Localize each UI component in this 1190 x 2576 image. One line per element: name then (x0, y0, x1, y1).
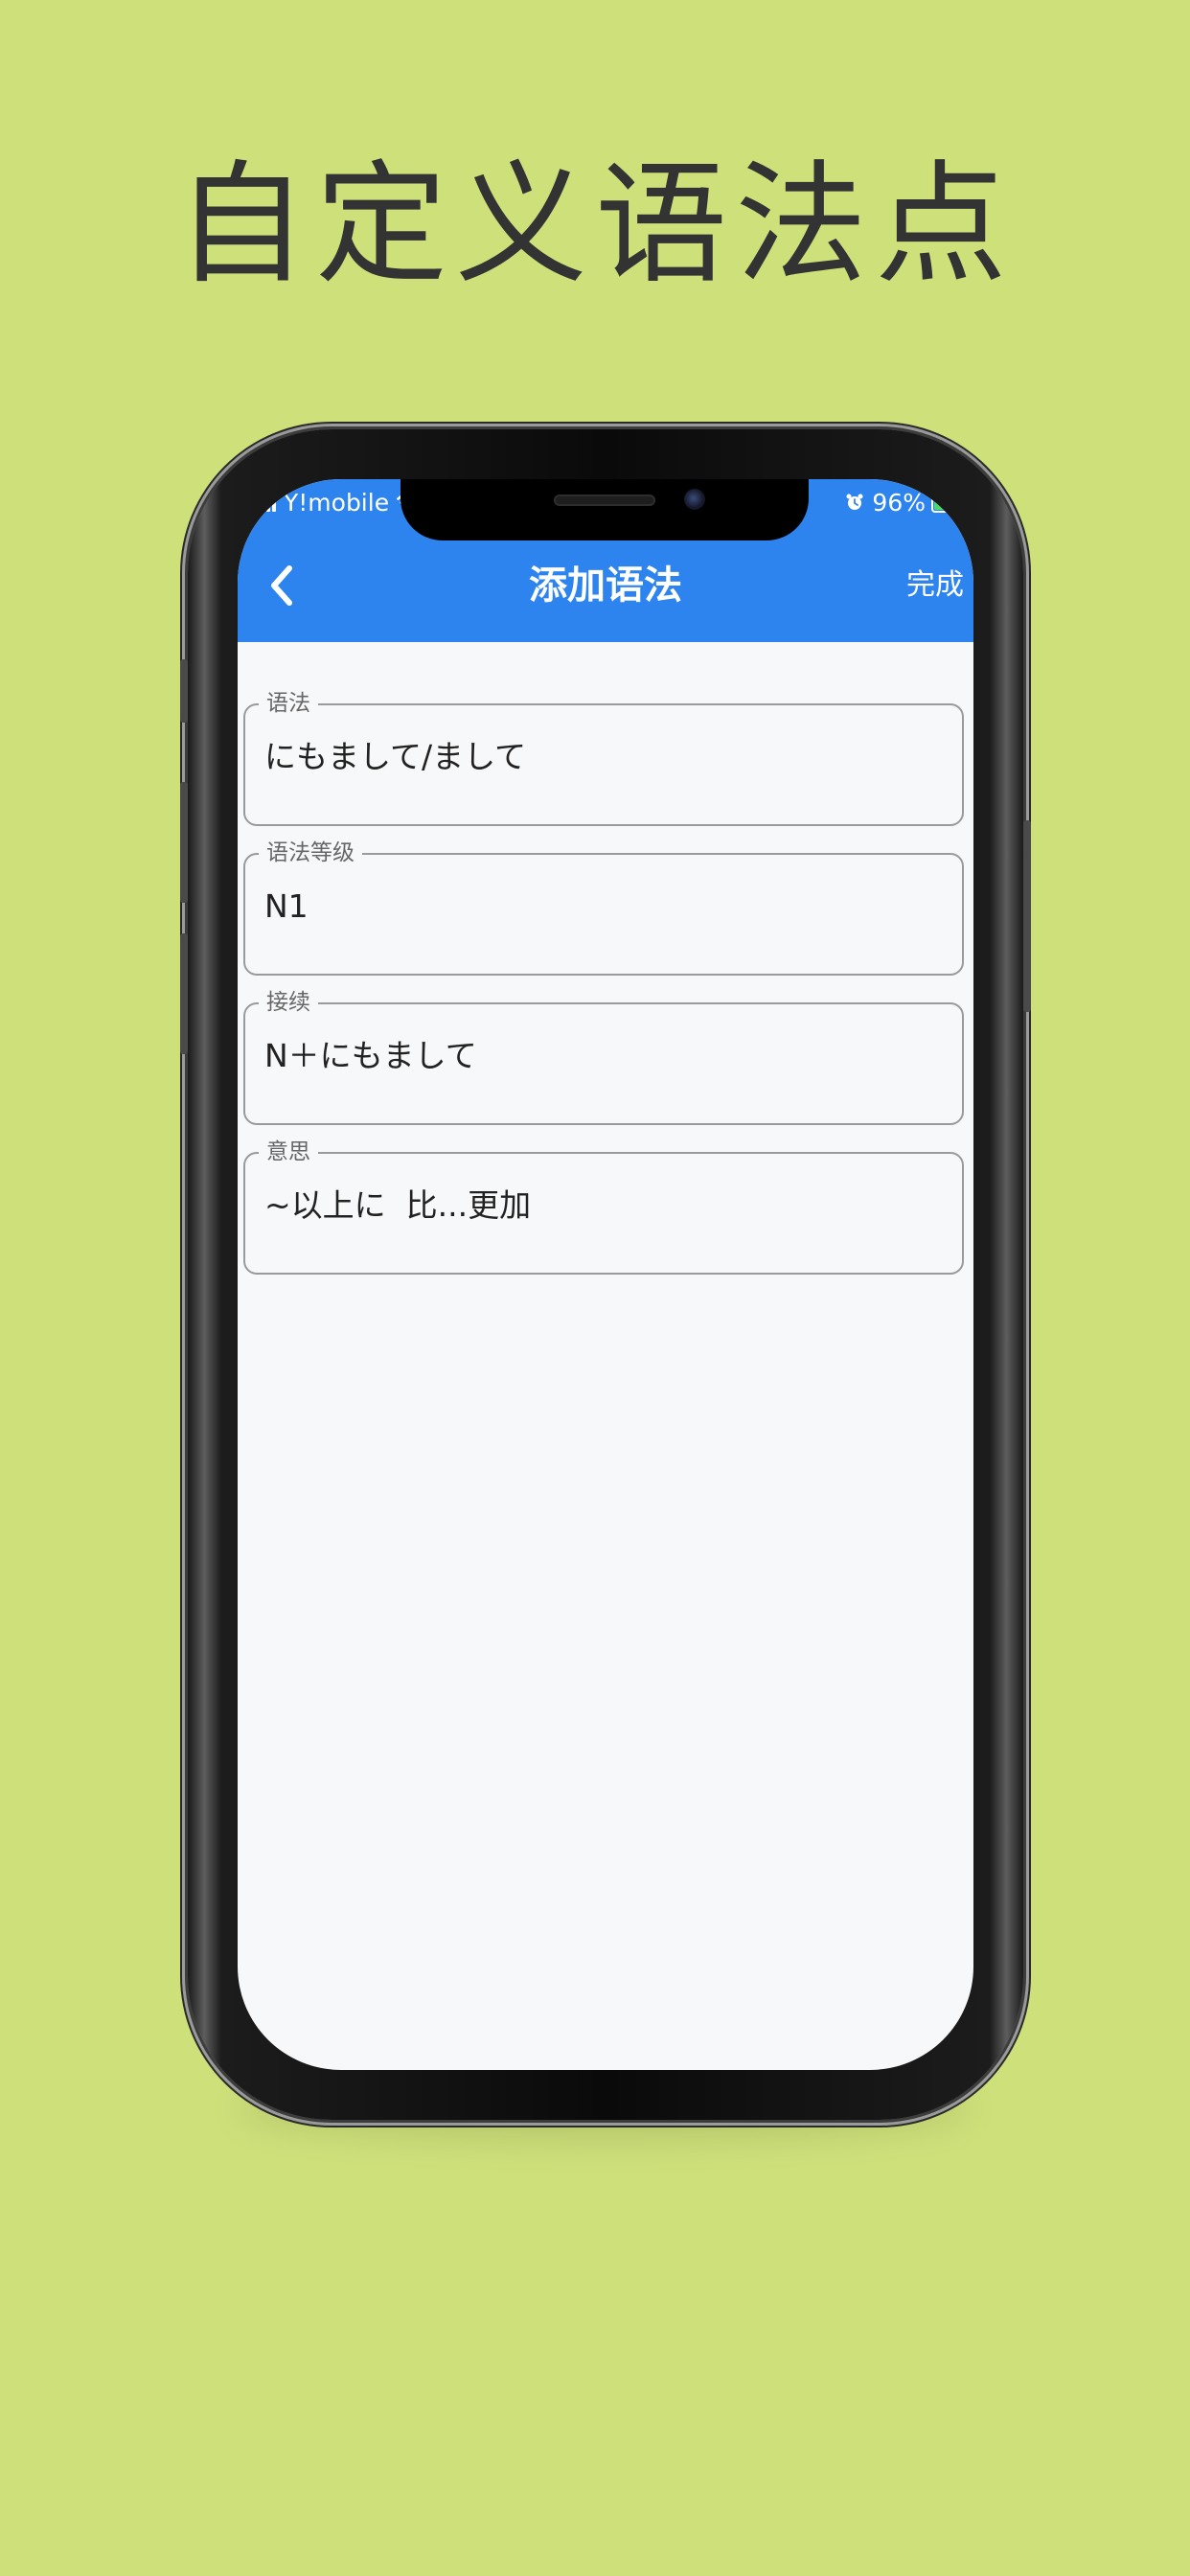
carrier-label: Y!mobile (284, 488, 390, 517)
alarm-icon (846, 494, 863, 510)
back-button[interactable] (261, 558, 303, 613)
meaning-field[interactable]: 意思 ~以上に 比...更加 (243, 1138, 964, 1275)
power-button (1023, 820, 1031, 1012)
done-button[interactable]: 完成 (906, 558, 964, 613)
grammar-field[interactable]: 语法 にもまして/まして (243, 689, 964, 826)
field-value: N＋にもまして (264, 1037, 477, 1074)
battery-percent: 96% (872, 488, 926, 517)
app-bar: Y!mobile 96% 添加语法 完成 (238, 479, 973, 642)
grammar-level-field[interactable]: 语法等级 N1 (243, 839, 964, 976)
notch (400, 479, 809, 540)
volume-down-button (180, 933, 188, 1054)
phone-screen: Y!mobile 96% 添加语法 完成 语法 にもまして/まして 语法等级 N… (238, 479, 973, 2070)
status-bar-right: 96% (845, 485, 964, 519)
battery-icon (931, 492, 964, 513)
page-title: 添加语法 (529, 564, 682, 608)
field-value: N1 (264, 887, 309, 925)
volume-up-button (180, 782, 188, 903)
battery-level (934, 494, 960, 510)
field-value: にもまして/まして (264, 738, 527, 775)
speaker-grille (554, 494, 655, 506)
field-label: 接续 (259, 988, 318, 1017)
field-label: 意思 (259, 1138, 318, 1166)
promo-headline: 自定义语法点 (174, 148, 1015, 302)
field-label: 语法等级 (259, 839, 362, 867)
mute-switch (180, 659, 188, 723)
chevron-left-icon (271, 565, 292, 606)
front-camera (684, 489, 705, 510)
signal-icon (255, 493, 278, 512)
phone-frame: Y!mobile 96% 添加语法 完成 语法 にもまして/まして 语法等级 N… (180, 429, 1031, 2120)
field-label: 语法 (259, 689, 318, 718)
status-bar-left: Y!mobile (255, 485, 420, 519)
field-value: ~以上に 比...更加 (264, 1186, 532, 1224)
connection-field[interactable]: 接续 N＋にもまして (243, 988, 964, 1125)
